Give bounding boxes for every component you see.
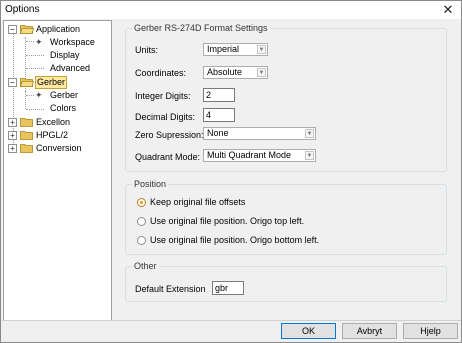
title-bar: Options ✕ [1, 1, 461, 19]
cancel-button[interactable]: Avbryt [342, 323, 397, 339]
chevron-down-icon[interactable]: ▼ [305, 151, 314, 160]
folder-icon [20, 118, 33, 127]
group-title: Position [132, 179, 169, 189]
tree-item-display[interactable]: Display [4, 49, 111, 62]
help-button[interactable]: Hjelp [403, 323, 458, 339]
close-icon[interactable]: ✕ [441, 2, 455, 17]
tree-item-advanced[interactable]: Advanced [4, 62, 111, 75]
coordinates-label: Coordinates: [135, 68, 187, 78]
keep-offsets-radio[interactable] [137, 198, 146, 207]
coordinates-value: Absolute [207, 67, 243, 77]
default-extension-label: Default Extension [135, 284, 206, 294]
origo-top-left-label[interactable]: Use original file position. Origo top le… [150, 216, 304, 226]
divider [2, 320, 461, 321]
zero-suppression-dropdown[interactable]: None ▼ [203, 127, 316, 140]
tree-item-label-selected: Gerber [35, 76, 68, 89]
integer-digits-input[interactable]: 2 [203, 88, 235, 102]
tree-item-colors[interactable]: Colors [4, 102, 111, 115]
options-tree[interactable]: − Application ✦ Workspace Display Advanc… [3, 20, 112, 321]
tree-item-label: Excellon [36, 117, 71, 127]
tree-item-label: Workspace [50, 37, 95, 47]
origo-bottom-left-radio[interactable] [137, 236, 146, 245]
tree-item-label: Display [50, 50, 80, 60]
expand-icon[interactable]: + [8, 131, 17, 140]
decimal-digits-input[interactable]: 4 [203, 108, 235, 122]
integer-digits-label: Integer Digits: [135, 91, 191, 101]
open-folder-icon [20, 25, 34, 34]
gear-icon: ✦ [35, 90, 43, 100]
tree-item-gerber[interactable]: ✦ Gerber [4, 89, 111, 102]
gear-icon: ✦ [35, 37, 43, 47]
collapse-icon[interactable]: − [8, 25, 17, 34]
tree-item-label: HPGL/2 [36, 130, 69, 140]
units-value: Imperial [207, 44, 240, 54]
chevron-down-icon[interactable]: ▼ [257, 45, 266, 54]
zero-suppression-value: None [207, 128, 229, 138]
tree-item-label: Application [36, 24, 81, 34]
format-settings-group: Gerber RS-274D Format Settings Units: Im… [125, 23, 447, 172]
quadrant-mode-value: Multi Quadrant Mode [207, 150, 292, 160]
tree-item-label: Gerber [50, 90, 79, 100]
decimal-digits-label: Decimal Digits: [135, 112, 196, 122]
tree-item-label: Colors [50, 103, 77, 113]
chevron-down-icon[interactable]: ▼ [305, 129, 314, 138]
origo-top-left-radio[interactable] [137, 217, 146, 226]
tree-item-label: Conversion [36, 143, 82, 153]
collapse-icon[interactable]: − [8, 78, 17, 87]
expand-icon[interactable]: + [8, 144, 17, 153]
window-title: Options [5, 4, 40, 15]
tree-item-excellon[interactable]: + Excellon [4, 116, 111, 129]
options-dialog: Options ✕ − Application ✦ Workspace Disp… [0, 0, 462, 343]
units-dropdown[interactable]: Imperial ▼ [203, 43, 268, 56]
position-group: Position Keep original file offsets Use … [125, 179, 447, 255]
folder-icon [20, 131, 33, 140]
chevron-down-icon[interactable]: ▼ [257, 68, 266, 77]
quadrant-mode-label: Quadrant Mode: [135, 152, 201, 162]
origo-bottom-left-label[interactable]: Use original file position. Origo bottom… [150, 235, 319, 245]
zero-suppression-label: Zero Supression: [135, 130, 204, 140]
open-folder-icon [20, 78, 34, 87]
coordinates-dropdown[interactable]: Absolute ▼ [203, 66, 268, 79]
folder-icon [20, 144, 33, 153]
keep-offsets-label[interactable]: Keep original file offsets [150, 197, 245, 207]
tree-item-application[interactable]: − Application [4, 23, 111, 36]
default-extension-input[interactable]: gbr [212, 281, 244, 295]
group-title: Gerber RS-274D Format Settings [132, 23, 270, 33]
tree-item-hpgl2[interactable]: + HPGL/2 [4, 129, 111, 142]
tree-item-conversion[interactable]: + Conversion [4, 142, 111, 155]
group-title: Other [132, 261, 159, 271]
ok-button[interactable]: OK [281, 323, 336, 339]
other-group: Other Default Extension gbr [125, 261, 447, 302]
tree-item-gerber-group[interactable]: − Gerber [4, 76, 111, 89]
tree-item-workspace[interactable]: ✦ Workspace [4, 36, 111, 49]
expand-icon[interactable]: + [8, 118, 17, 127]
quadrant-mode-dropdown[interactable]: Multi Quadrant Mode ▼ [203, 149, 316, 162]
units-label: Units: [135, 45, 159, 55]
tree-item-label: Advanced [50, 63, 91, 73]
